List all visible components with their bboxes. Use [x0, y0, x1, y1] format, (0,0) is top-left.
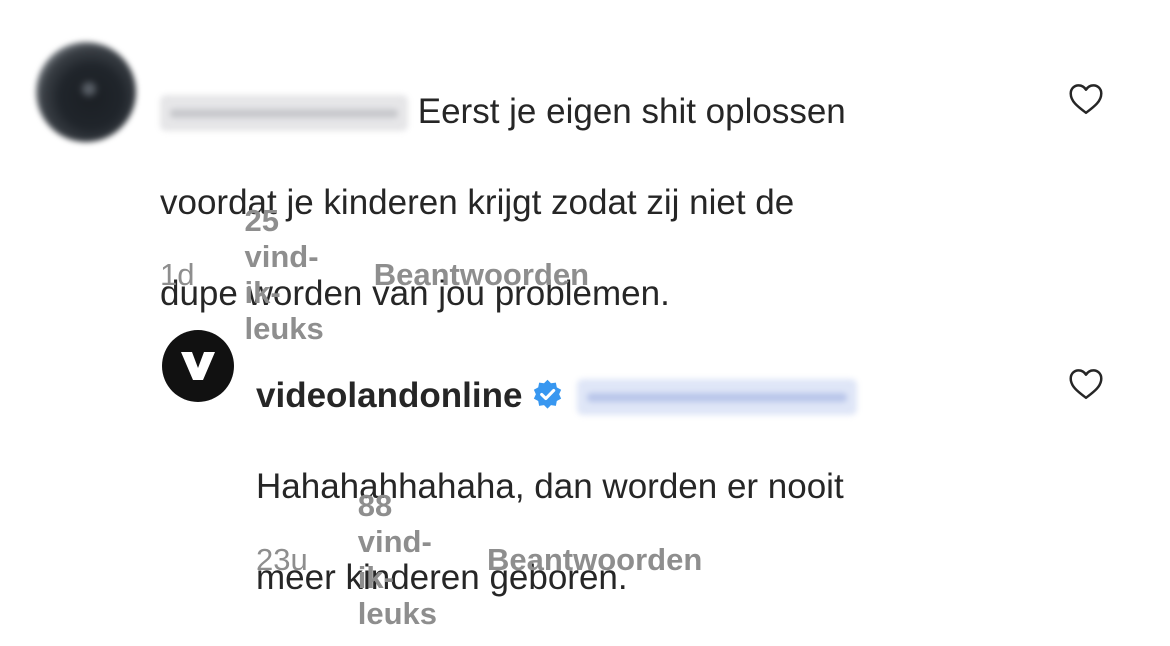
- videoland-v-logo-icon: [181, 352, 215, 380]
- videoland-avatar[interactable]: [162, 330, 234, 402]
- comment-text-line: Eerst je eigen shit oplossen: [417, 91, 846, 131]
- username-link[interactable]: videolandonline: [256, 376, 522, 415]
- heart-outline-icon[interactable]: [1068, 83, 1104, 115]
- verified-badge-icon: [534, 379, 562, 409]
- commenter-avatar[interactable]: [36, 42, 136, 142]
- reply-meta: 23u 88 vind-ik-leuks Beantwoorden: [256, 488, 702, 632]
- timestamp: 23u: [256, 542, 308, 577]
- comment-meta: 1d 25 vind-ik-leuks Beantwoorden: [160, 203, 589, 347]
- comment-line-1: Eerst je eigen shit oplossen: [160, 89, 1040, 135]
- avatar-detail: [82, 82, 96, 96]
- reply-header-line: videolandonline: [256, 373, 1036, 419]
- reply-button[interactable]: Beantwoorden: [374, 257, 589, 293]
- heart-outline-icon[interactable]: [1068, 368, 1104, 400]
- redacted-username[interactable]: [160, 95, 408, 132]
- likes-count[interactable]: 25 vind-ik-leuks: [244, 203, 323, 347]
- likes-count[interactable]: 88 vind-ik-leuks: [358, 488, 437, 632]
- reply-button[interactable]: Beantwoorden: [487, 542, 702, 578]
- timestamp: 1d: [160, 257, 195, 292]
- redacted-mention[interactable]: [577, 379, 858, 416]
